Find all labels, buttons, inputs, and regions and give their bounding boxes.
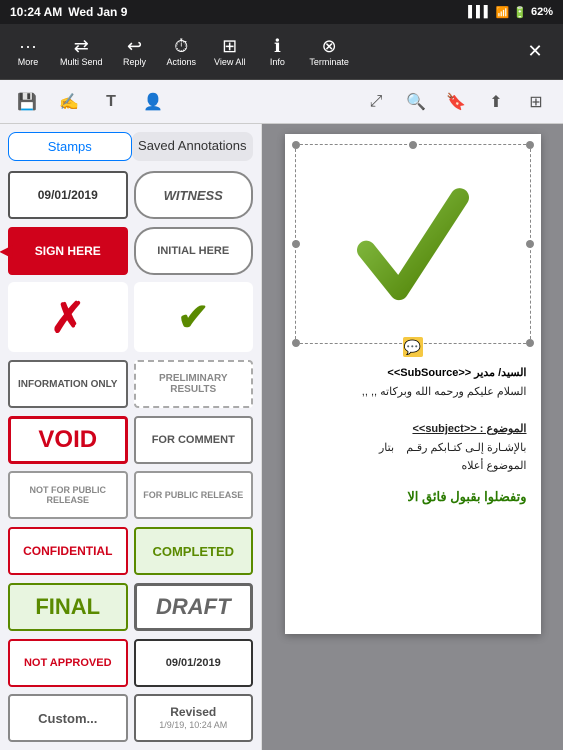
view-all-label: View All (214, 57, 245, 67)
stamp-draft[interactable]: DRAFT (134, 583, 254, 631)
toolbar-left-group: ··· More ⇄ Multi Send ↩ Reply ⏱ Actions … (6, 33, 357, 71)
document-text: السيد/ مدير <<SubSource>> السلام عليكم و… (295, 364, 531, 508)
grid-button[interactable]: ⊞ (519, 85, 553, 119)
subject-line: الموضوع : <<subject>> (299, 420, 527, 439)
document-panel: 💬 السيد/ مدير <<SubSource>> السلام عليكم… (262, 124, 563, 750)
stamps-grid: 09/01/2019 WITNESS SIGN HERE INITIAL HER… (0, 165, 261, 750)
multi-send-icon: ⇄ (74, 37, 89, 55)
stamp-completed[interactable]: COMPLETED (134, 527, 254, 575)
handle-mid-right[interactable] (526, 240, 534, 248)
status-bar: 10:24 AM Wed Jan 9 ▌▌▌ 📶 🔋 62% (0, 0, 563, 24)
terminate-button[interactable]: ⊗ Terminate (301, 33, 357, 71)
tab-stamps[interactable]: Stamps (8, 132, 132, 161)
info-label: Info (270, 57, 285, 67)
closing-line: وتفضلوا بقبول فائق الا (299, 486, 527, 508)
stamp-for-comment[interactable]: FOR COMMENT (134, 416, 254, 464)
search-button[interactable]: 🔍 (399, 85, 433, 119)
actions-button[interactable]: ⏱ Actions (159, 33, 205, 71)
more-icon: ··· (19, 37, 37, 55)
multi-send-button[interactable]: ⇄ Multi Send (52, 33, 111, 71)
top-toolbar: ··· More ⇄ Multi Send ↩ Reply ⏱ Actions … (0, 24, 563, 80)
handle-top-right[interactable] (526, 141, 534, 149)
stamps-panel: Stamps Saved Annotations 09/01/2019 WITN… (0, 124, 262, 750)
stamp-date2[interactable]: 09/01/2019 (134, 639, 254, 687)
handle-mid-left[interactable] (292, 240, 300, 248)
multi-send-label: Multi Send (60, 57, 103, 67)
date: Wed Jan 9 (68, 5, 127, 19)
view-all-button[interactable]: ⊞ View All (206, 33, 253, 71)
terminate-icon: ⊗ (322, 37, 337, 55)
view-all-icon: ⊞ (222, 37, 237, 55)
note-icon: 💬 (403, 337, 423, 357)
reply-button[interactable]: ↩ Reply (113, 33, 157, 71)
checkmark-svg (353, 180, 473, 320)
secondary-toolbar: 💾 ✍ T 👤 ⤢ 🔍 🔖 ⬆ ⊞ (0, 80, 563, 124)
stamp-sign-here[interactable]: SIGN HERE (8, 227, 128, 275)
more-label: More (18, 57, 39, 67)
text-button[interactable]: T (94, 85, 128, 119)
handle-bot-left[interactable] (292, 339, 300, 347)
stamps-tabs: Stamps Saved Annotations (0, 124, 261, 165)
revised-date: 1/9/19, 10:24 AM (159, 720, 227, 732)
close-icon: ✕ (527, 41, 542, 62)
stamp-revised[interactable]: Revised 1/9/19, 10:24 AM (134, 694, 254, 742)
battery-icon: 🔋 (513, 6, 527, 19)
stamp-prelim[interactable]: PRELIMINARY RESULTS (134, 360, 254, 408)
share-button[interactable]: ⬆ (479, 85, 513, 119)
more-button[interactable]: ··· More (6, 33, 50, 71)
bookmark-button[interactable]: 🔖 (439, 85, 473, 119)
reply-icon: ↩ (127, 37, 142, 55)
expand-button[interactable]: ⤢ (359, 85, 393, 119)
stamp-void[interactable]: VOID (8, 416, 128, 464)
selection-box[interactable]: 💬 (295, 144, 531, 344)
stamp-initial-here[interactable]: INITIAL HERE (134, 227, 254, 275)
body-line-1: بالإشـارة إلـى كتـابكم رقـم بتار (299, 439, 527, 458)
handle-top-center[interactable] (409, 141, 417, 149)
tab-saved-annotations[interactable]: Saved Annotations (132, 132, 254, 161)
stamp-date1[interactable]: 09/01/2019 (8, 171, 128, 219)
main-area: Stamps Saved Annotations 09/01/2019 WITN… (0, 124, 563, 750)
terminate-label: Terminate (309, 57, 349, 67)
sign-here-label: SIGN HERE (35, 244, 101, 258)
stamp-info-only[interactable]: INFORMATION ONLY (8, 360, 128, 408)
actions-label: Actions (167, 57, 197, 67)
stamp-x-mark[interactable]: ✗ (8, 282, 128, 352)
info-icon: ℹ (274, 37, 281, 55)
handle-top-left[interactable] (292, 141, 300, 149)
sender-line: السيد/ مدير <<SubSource>> (299, 364, 527, 383)
body-line-2: الموضوع أعلاه (299, 457, 527, 476)
stamp-not-approved[interactable]: NOT APPROVED (8, 639, 128, 687)
stamp-not-for-public[interactable]: NOT FOR PUBLIC RELEASE (8, 471, 128, 519)
stamp-check-mark[interactable]: ✔ (134, 282, 254, 352)
reply-label: Reply (123, 57, 146, 67)
stamp-for-public[interactable]: FOR PUBLIC RELEASE (134, 471, 254, 519)
save-button[interactable]: 💾 (10, 85, 44, 119)
handle-bot-right[interactable] (526, 339, 534, 347)
battery-percent: 62% (531, 6, 553, 18)
document-page: 💬 السيد/ مدير <<SubSource>> السلام عليكم… (285, 134, 541, 634)
sign-button[interactable]: ✍ (52, 85, 86, 119)
time: 10:24 AM (10, 5, 62, 19)
actions-icon: ⏱ (174, 37, 188, 55)
big-checkmark (326, 165, 500, 335)
info-button[interactable]: ℹ Info (255, 33, 299, 71)
stamp-custom[interactable]: Custom... (8, 694, 128, 742)
wifi-icon: 📶 (496, 6, 510, 19)
stamp-final[interactable]: FINAL (8, 583, 128, 631)
close-button[interactable]: ✕ (513, 37, 557, 66)
stamp-confidential[interactable]: CONFIDENTIAL (8, 527, 128, 575)
user-button[interactable]: 👤 (136, 85, 170, 119)
greeting-line: السلام عليكم ورحمه الله وبركاته ,, ,, (299, 383, 527, 402)
revised-label: Revised (170, 705, 216, 721)
stamp-witness[interactable]: WITNESS (134, 171, 254, 219)
signal-icon: ▌▌▌ (468, 6, 491, 18)
toolbar-right-buttons: ⤢ 🔍 🔖 ⬆ ⊞ (359, 85, 553, 119)
